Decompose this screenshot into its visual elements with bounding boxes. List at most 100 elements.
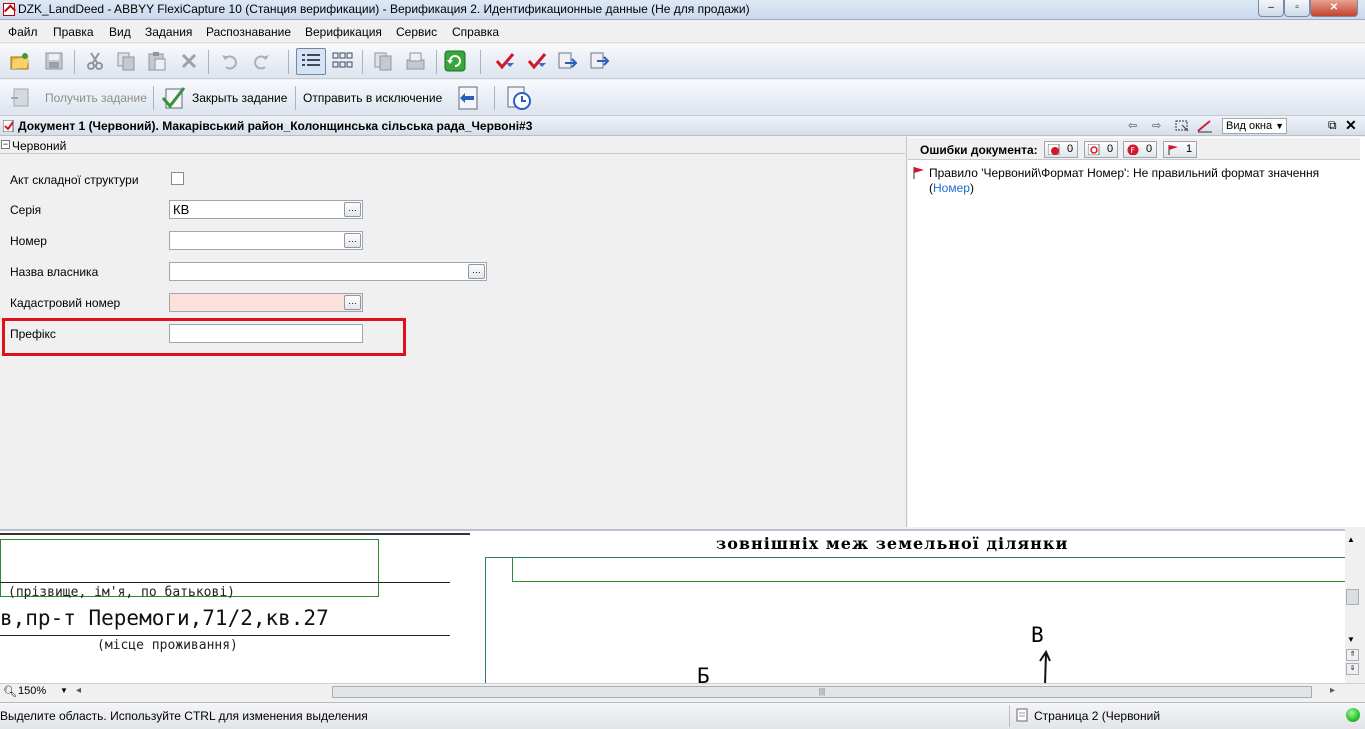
close-pane-icon[interactable]: ✕ <box>1345 117 1357 134</box>
scroll-up-icon[interactable]: ▲ <box>1347 535 1355 544</box>
cadastral-input[interactable] <box>169 293 363 312</box>
back-arrow-icon[interactable]: ⇦ <box>1128 119 1137 132</box>
critical-errors-toggle[interactable]: 0 <box>1044 141 1079 158</box>
next-page-icon[interactable] <box>588 50 610 72</box>
status-page: Страница 2 (Червоний <box>1034 709 1161 723</box>
thumbnails-view-icon[interactable] <box>331 50 353 72</box>
prefix-input[interactable] <box>169 324 363 343</box>
copy-icon[interactable] <box>115 50 137 72</box>
copy-page-icon[interactable] <box>372 50 394 72</box>
save-icon[interactable] <box>43 50 65 72</box>
prefix-label: Префікс <box>10 327 56 341</box>
warnings-toggle[interactable]: 0 <box>1084 141 1119 158</box>
close-task-icon[interactable] <box>160 84 188 112</box>
forward-arrow-icon[interactable]: ⇨ <box>1152 119 1161 132</box>
task-toolbar: Получить задание Закрыть задание Отправи… <box>0 80 1365 116</box>
restore-pane-icon[interactable]: ⧉ <box>1328 118 1337 133</box>
menu-view[interactable]: Вид <box>109 25 131 39</box>
scroll-down-icon[interactable]: ▼ <box>1347 635 1355 644</box>
error-message[interactable]: Правило 'Червоний\Формат Номер': Не прав… <box>929 166 1354 196</box>
scroll-thumb[interactable] <box>1346 589 1359 605</box>
view-window-label: Вид окна <box>1226 120 1273 132</box>
document-icon <box>2 119 15 133</box>
cut-icon[interactable] <box>84 50 106 72</box>
horizontal-scroll-thumb[interactable]: ||| <box>332 686 1312 698</box>
status-bar: Выделите область. Используйте CTRL для и… <box>0 702 1365 729</box>
menu-recognition[interactable]: Распознавание <box>206 25 291 39</box>
get-task-icon[interactable] <box>10 86 32 108</box>
error-field-link[interactable]: Номер <box>933 181 970 195</box>
scroll-right-icon[interactable]: ▸ <box>1330 685 1335 696</box>
rules-errors-toggle[interactable]: F 0 <box>1123 141 1158 158</box>
toolbar-separator <box>74 50 75 74</box>
close-button[interactable]: ✕ <box>1310 0 1358 17</box>
series-label: Серія <box>10 203 42 217</box>
menu-service[interactable]: Сервис <box>396 25 437 39</box>
open-icon[interactable] <box>9 50 31 72</box>
series-input[interactable]: КВ <box>169 200 363 219</box>
toolbar-separator <box>153 86 154 110</box>
timer-icon[interactable] <box>505 84 533 112</box>
scan-text-name-caption: (прізвище, ім'я, по батькові) <box>8 585 235 600</box>
next-document-icon[interactable] <box>556 50 578 72</box>
number-label: Номер <box>10 234 47 248</box>
refresh-icon[interactable] <box>444 50 466 72</box>
number-input[interactable] <box>169 231 363 250</box>
paste-icon[interactable] <box>146 50 168 72</box>
toolbar-separator <box>288 50 289 74</box>
complex-structure-checkbox[interactable] <box>171 172 184 185</box>
toolbar-separator <box>362 50 363 74</box>
collapse-icon[interactable]: − <box>1 140 10 149</box>
minimize-button[interactable]: – <box>1258 0 1284 17</box>
scan-heading: зовнішніх меж земельної ділянки <box>716 534 1069 553</box>
arrow-up-icon <box>1037 649 1053 683</box>
redo-icon[interactable] <box>250 50 272 72</box>
scan-text-residence-caption: (місце проживання) <box>97 638 238 653</box>
recognition-region <box>512 557 1345 582</box>
menu-file[interactable]: Файл <box>8 25 38 39</box>
menu-tasks[interactable]: Задания <box>145 25 192 39</box>
menu-help[interactable]: Справка <box>452 25 499 39</box>
menu-verification[interactable]: Верификация <box>305 25 382 39</box>
complex-structure-label: Акт складної структури <box>10 173 139 187</box>
connection-status-icon <box>1346 708 1360 722</box>
number-ellipsis-button[interactable]: … <box>344 233 361 248</box>
page-icon <box>1016 708 1028 722</box>
select-region-icon[interactable] <box>1174 119 1190 133</box>
flags-toggle[interactable]: 1 <box>1163 141 1198 158</box>
zoom-dropdown-icon[interactable]: ▼ <box>60 686 68 695</box>
undo-icon[interactable] <box>219 50 241 72</box>
scanner-icon[interactable] <box>404 50 426 72</box>
close-task-button[interactable]: Закрыть задание <box>192 91 287 105</box>
page-up-icon[interactable]: ⇑ <box>1346 649 1359 661</box>
toolbar-separator <box>208 50 209 74</box>
zoom-level[interactable]: 150% <box>18 685 46 697</box>
status-separator <box>1009 705 1010 727</box>
get-task-button[interactable]: Получить задание <box>45 91 147 105</box>
menu-edit[interactable]: Правка <box>53 25 94 39</box>
cadastral-ellipsis-button[interactable]: … <box>344 295 361 310</box>
image-horizontal-scrollbar[interactable]: 🔍︎ 150% ▼ ◂ ||| ▸ <box>0 683 1365 699</box>
list-view-icon[interactable] <box>296 48 326 75</box>
page-down-icon[interactable]: ⇓ <box>1346 663 1359 675</box>
check-prev-icon[interactable] <box>526 50 548 72</box>
view-window-dropdown[interactable]: Вид окна ▼ <box>1222 118 1287 134</box>
flags-count: 1 <box>1186 143 1193 155</box>
delete-icon[interactable] <box>178 50 200 72</box>
scroll-left-icon[interactable]: ◂ <box>76 685 81 696</box>
exception-icon[interactable] <box>454 84 482 112</box>
flag-icon <box>1167 144 1180 155</box>
magnifier-warning-icon <box>1087 143 1101 156</box>
maximize-button[interactable]: ▫ <box>1284 0 1310 17</box>
menu-bar: Файл Правка Вид Задания Распознавание Ве… <box>0 21 1365 43</box>
series-ellipsis-button[interactable]: … <box>344 202 361 217</box>
owner-input[interactable] <box>169 262 487 281</box>
title-bar: DZK_LandDeed - ABBYY FlexiCapture 10 (Ст… <box>0 0 1365 20</box>
check-next-icon[interactable] <box>494 50 516 72</box>
owner-ellipsis-button[interactable]: … <box>468 264 485 279</box>
image-vertical-scrollbar[interactable]: ▲ ▼ ⇑ ⇓ <box>1345 531 1360 683</box>
toolbar-separator <box>494 86 495 110</box>
send-exception-button[interactable]: Отправить в исключение <box>303 91 442 105</box>
pen-icon[interactable] <box>1196 119 1214 133</box>
image-pane[interactable]: (прізвище, ім'я, по батькові) в,пр-т Пер… <box>0 529 1345 683</box>
